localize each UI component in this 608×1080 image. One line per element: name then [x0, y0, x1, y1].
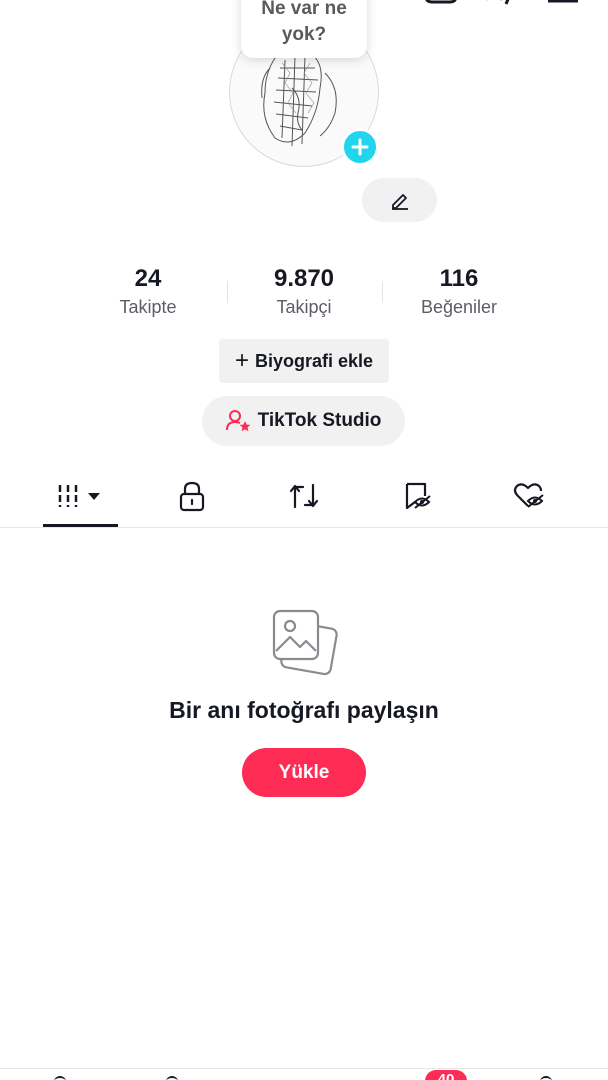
- followers-label: Takipçi: [276, 297, 332, 317]
- upload-button[interactable]: Yükle: [242, 748, 366, 797]
- edit-pen-icon[interactable]: [482, 0, 522, 13]
- add-story-button[interactable]: [341, 128, 379, 166]
- heart-hidden-icon: [513, 483, 544, 508]
- repost-icon: [289, 483, 319, 509]
- grid-icon: [58, 485, 100, 507]
- tab-reposts[interactable]: [266, 466, 342, 526]
- followers-stat[interactable]: 9.870 Takipçi: [229, 264, 379, 320]
- story-prompt-bubble[interactable]: Ne var ne yok?: [241, 0, 367, 58]
- story-prompt-line1: Ne var ne: [261, 0, 347, 19]
- empty-state-title: Bir anı fotoğrafı paylaşın: [169, 697, 439, 723]
- bottom-navigation: [0, 1068, 608, 1080]
- creator-star-icon: [225, 410, 250, 432]
- stats-divider: [227, 281, 228, 303]
- profile-stats: 24 Takipte 9.870 Takipçi 116 Beğeniler: [0, 264, 608, 324]
- lock-icon: [179, 481, 205, 512]
- following-count: 24: [134, 265, 162, 292]
- likes-stat[interactable]: 116 Beğeniler: [384, 264, 534, 320]
- following-stat[interactable]: 24 Takipte: [73, 264, 223, 320]
- tab-private[interactable]: [154, 466, 230, 526]
- inbox-notification-badge: 40: [425, 1070, 467, 1080]
- plus-icon: [351, 138, 369, 156]
- tab-liked[interactable]: [492, 466, 568, 526]
- photo-icon: [270, 607, 340, 682]
- following-label: Takipte: [119, 297, 177, 317]
- profile-tabs: [0, 466, 608, 528]
- likes-label: Beğeniler: [420, 297, 498, 317]
- edit-profile-button[interactable]: [362, 178, 437, 222]
- active-tab-indicator: [43, 524, 118, 527]
- tab-videos[interactable]: [42, 466, 118, 526]
- tab-saved[interactable]: [380, 466, 456, 526]
- followers-count: 9.870: [273, 265, 335, 292]
- creator-tools-icon[interactable]: [424, 0, 458, 11]
- stats-divider: [382, 281, 383, 303]
- menu-icon[interactable]: [548, 0, 580, 9]
- plus-icon: +: [234, 347, 249, 374]
- tiktok-studio-button[interactable]: TikTok Studio: [202, 396, 405, 446]
- bookmark-hidden-icon: [405, 482, 431, 510]
- tiktok-studio-label: TikTok Studio: [257, 410, 382, 431]
- add-bio-label: Biyografi ekle: [254, 350, 374, 371]
- likes-count: 116: [439, 265, 479, 292]
- add-bio-button[interactable]: + Biyografi ekle: [219, 339, 389, 383]
- story-prompt-line2: yok?: [281, 24, 327, 45]
- add-user-icon[interactable]: [18, 0, 44, 11]
- pencil-icon: [391, 194, 408, 210]
